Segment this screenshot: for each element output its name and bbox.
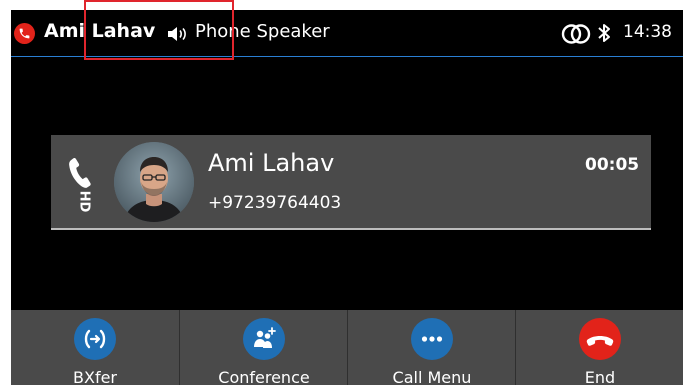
conference-label: Conference xyxy=(218,368,310,385)
contact-number: +97239764403 xyxy=(208,193,342,213)
conference-icon xyxy=(243,318,285,360)
bxfer-button[interactable]: BXfer xyxy=(11,310,179,385)
call-menu-label: Call Menu xyxy=(392,368,472,385)
phone-screen: Ami Lahav Phone Speaker 14:38 HD Ami Lah… xyxy=(11,10,683,385)
call-duration: 00:05 xyxy=(585,155,640,175)
bxfer-label: BXfer xyxy=(73,368,117,385)
bluetooth-icon xyxy=(598,24,610,42)
status-clock: 14:38 xyxy=(623,22,672,42)
contact-name: Ami Lahav xyxy=(208,149,335,177)
conference-button[interactable]: Conference xyxy=(179,310,348,385)
softkey-bar: BXfer Conference Call Menu End xyxy=(11,310,683,385)
contact-avatar xyxy=(114,142,194,222)
highlight-annotation xyxy=(84,0,234,60)
linked-devices-icon xyxy=(561,24,591,44)
active-call-card[interactable]: HD Ami Lahav +97239764403 00:05 xyxy=(51,135,651,230)
hangup-icon xyxy=(579,318,621,360)
end-label: End xyxy=(584,368,616,385)
handset-icon xyxy=(69,158,91,188)
hd-badge: HD xyxy=(76,190,92,213)
active-call-icon xyxy=(14,23,35,44)
more-icon xyxy=(411,318,453,360)
transfer-icon xyxy=(74,318,116,360)
end-call-button[interactable]: End xyxy=(515,310,683,385)
call-menu-button[interactable]: Call Menu xyxy=(347,310,516,385)
